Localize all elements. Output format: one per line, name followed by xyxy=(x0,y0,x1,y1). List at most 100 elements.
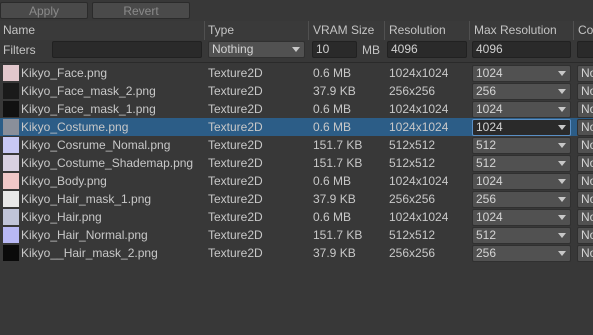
texture-resolution: 1024x1024 xyxy=(389,210,449,224)
texture-name: Kikyo_Hair_mask_1.png xyxy=(21,192,152,206)
vram-unit-label: MB xyxy=(362,43,380,57)
texture-type: Texture2D xyxy=(208,102,263,116)
texture-thumbnail-icon xyxy=(3,137,19,153)
compression-dropdown[interactable]: No xyxy=(577,137,593,154)
texture-vram-size: 0.6 MB xyxy=(313,210,352,224)
compression-value: No xyxy=(581,246,593,260)
compression-dropdown[interactable]: No xyxy=(577,209,593,226)
max-resolution-dropdown[interactable]: 1024 xyxy=(472,209,571,226)
max-resolution-value: 1024 xyxy=(476,66,503,80)
max-resolution-value: 1024 xyxy=(476,210,503,224)
max-resolution-dropdown[interactable]: 512 xyxy=(472,137,571,154)
table-row[interactable]: Kikyo_Face_mask_2.png Texture2D 37.9 KB 256… xyxy=(0,82,593,100)
chevron-down-icon xyxy=(558,71,566,76)
compression-value: No xyxy=(581,66,593,80)
filter-row: Filters Nothing 10 MB 4096 4096 xyxy=(0,40,593,60)
column-resize-handle[interactable] xyxy=(204,21,205,40)
texture-vram-size: 151.7 KB xyxy=(313,156,363,170)
max-resolution-value: 256 xyxy=(476,246,497,260)
compression-dropdown[interactable]: No xyxy=(577,119,593,136)
table-row[interactable]: Kikyo_Hair_Normal.png Texture2D 151.7 KB 51… xyxy=(0,226,593,244)
table-row[interactable]: Kikyo_Hair_mask_1.png Texture2D 37.9 KB 256… xyxy=(0,190,593,208)
max-resolution-value: 1024 xyxy=(476,102,503,116)
max-resolution-value: 256 xyxy=(476,192,497,206)
max-resolution-dropdown[interactable]: 1024 xyxy=(472,119,571,136)
compression-dropdown[interactable]: No xyxy=(577,227,593,244)
compression-value: No xyxy=(581,210,593,224)
compression-value: No xyxy=(581,192,593,206)
chevron-down-icon xyxy=(292,47,300,52)
max-resolution-dropdown[interactable]: 256 xyxy=(472,245,571,262)
compression-dropdown[interactable]: No xyxy=(577,191,593,208)
table-row[interactable]: Kikyo_Body.png Texture2D 0.6 MB 1024x1024 10… xyxy=(0,172,593,190)
texture-thumbnail-icon xyxy=(3,155,19,171)
column-header-max-resolution[interactable]: Max Resolution xyxy=(474,21,557,40)
max-resolution-value: 512 xyxy=(476,138,497,152)
chevron-down-icon xyxy=(558,215,566,220)
texture-type: Texture2D xyxy=(208,192,263,206)
table-row[interactable]: Kikyo_Hair.png Texture2D 0.6 MB 1024x1024 10… xyxy=(0,208,593,226)
max-resolution-dropdown[interactable]: 512 xyxy=(472,227,571,244)
column-header-type[interactable]: Type xyxy=(208,21,234,40)
texture-resolution: 1024x1024 xyxy=(389,102,449,116)
texture-resolution: 1024x1024 xyxy=(389,120,449,134)
max-resolution-dropdown[interactable]: 1024 xyxy=(472,101,571,118)
column-header-name[interactable]: Name xyxy=(3,21,35,40)
texture-vram-size: 0.6 MB xyxy=(313,120,352,134)
texture-name: Kikyo_Costume.png xyxy=(21,120,129,134)
table-row[interactable]: Kikyo__Hair_mask_2.png Texture2D 37.9 KB 25… xyxy=(0,244,593,262)
compression-dropdown[interactable]: No xyxy=(577,65,593,82)
max-resolution-filter-input[interactable]: 4096 xyxy=(472,41,571,58)
column-header-row: Name Type VRAM Size Resolution Max Resol… xyxy=(0,21,593,40)
column-resize-handle[interactable] xyxy=(469,21,470,40)
max-resolution-dropdown[interactable]: 1024 xyxy=(472,65,571,82)
max-resolution-dropdown[interactable]: 256 xyxy=(472,191,571,208)
texture-name: Kikyo_Costume_Shademap.png xyxy=(21,156,194,170)
name-filter-input[interactable] xyxy=(52,41,202,58)
column-header-vram-size[interactable]: VRAM Size xyxy=(313,21,374,40)
column-header-resolution[interactable]: Resolution xyxy=(389,21,446,40)
apply-button[interactable]: Apply xyxy=(0,2,88,19)
revert-button[interactable]: Revert xyxy=(92,2,190,19)
table-row[interactable]: Kikyo_Costume_Shademap.png Texture2D 151.7… xyxy=(0,154,593,172)
compression-dropdown[interactable]: No xyxy=(577,101,593,118)
table-row[interactable]: Kikyo_Face_mask_1.png Texture2D 0.6 MB 1024… xyxy=(0,100,593,118)
max-resolution-value: 256 xyxy=(476,84,497,98)
filters-label: Filters xyxy=(3,43,36,57)
texture-vram-size: 0.6 MB xyxy=(313,174,352,188)
compression-dropdown[interactable]: No xyxy=(577,83,593,100)
chevron-down-icon xyxy=(558,107,566,112)
texture-name: Kikyo_Face_mask_1.png xyxy=(21,102,156,116)
column-resize-handle[interactable] xyxy=(308,21,309,40)
column-resize-handle[interactable] xyxy=(573,21,574,40)
compression-value: No xyxy=(581,174,593,188)
column-resize-handle[interactable] xyxy=(384,21,385,40)
chevron-down-icon xyxy=(558,125,566,130)
max-resolution-value: 1024 xyxy=(476,174,503,188)
max-resolution-dropdown[interactable]: 256 xyxy=(472,83,571,100)
type-filter-dropdown[interactable]: Nothing xyxy=(208,41,305,58)
compression-dropdown[interactable]: No xyxy=(577,173,593,190)
vram-filter-input[interactable]: 10 xyxy=(312,41,357,58)
texture-type: Texture2D xyxy=(208,228,263,242)
texture-resolution: 512x512 xyxy=(389,228,436,242)
compression-filter-input[interactable] xyxy=(577,41,593,58)
texture-type: Texture2D xyxy=(208,84,263,98)
texture-resolution: 1024x1024 xyxy=(389,174,449,188)
table-row[interactable]: Kikyo_Face.png Texture2D 0.6 MB 1024x1024 10… xyxy=(0,64,593,82)
table-row[interactable]: Kikyo_Cosrume_Nomal.png Texture2D 151.7 KB… xyxy=(0,136,593,154)
compression-value: No xyxy=(581,84,593,98)
texture-thumbnail-icon xyxy=(3,83,19,99)
max-resolution-value: 512 xyxy=(476,228,497,242)
max-resolution-dropdown[interactable]: 1024 xyxy=(472,173,571,190)
texture-thumbnail-icon xyxy=(3,173,19,189)
texture-vram-size: 151.7 KB xyxy=(313,138,363,152)
table-row[interactable]: Kikyo_Costume.png Texture2D 0.6 MB 1024x102… xyxy=(0,118,593,136)
max-resolution-dropdown[interactable]: 512 xyxy=(472,155,571,172)
column-header-compression[interactable]: Co xyxy=(578,21,593,40)
resolution-filter-input[interactable]: 4096 xyxy=(387,41,467,58)
type-filter-value: Nothing xyxy=(212,42,254,56)
compression-value: No xyxy=(581,228,593,242)
compression-dropdown[interactable]: No xyxy=(577,155,593,172)
compression-dropdown[interactable]: No xyxy=(577,245,593,262)
